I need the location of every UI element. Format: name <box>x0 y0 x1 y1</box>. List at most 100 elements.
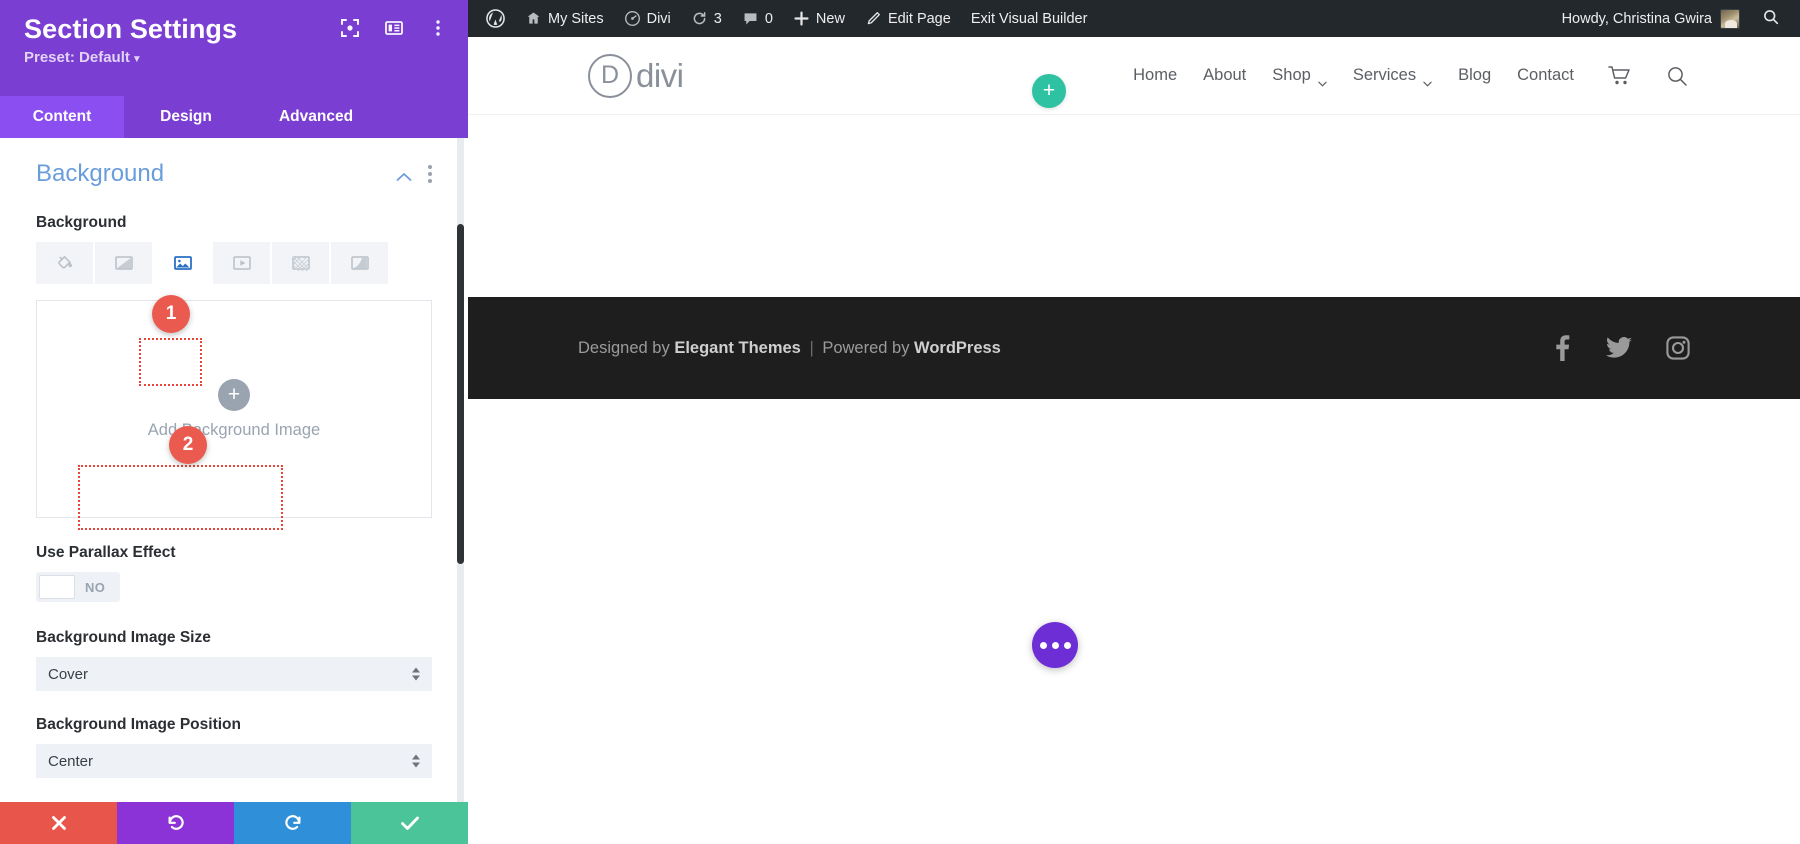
chevron-down-icon <box>1423 73 1432 87</box>
kebab-menu-icon[interactable] <box>428 18 448 38</box>
background-image-upload-area[interactable]: + Add Background Image <box>36 300 432 518</box>
nav-item-blog[interactable]: Blog <box>1458 66 1491 85</box>
panel-action-bar <box>0 802 468 844</box>
stepper-arrows-icon <box>412 754 420 768</box>
updates-icon <box>691 10 708 27</box>
admin-bar-label: New <box>815 10 845 27</box>
site-logo[interactable]: D divi <box>588 53 684 98</box>
panel-body: Background Background 1 + Add Background… <box>0 138 468 802</box>
background-image-position-value: Center <box>48 752 94 770</box>
panel-header-actions <box>340 18 448 38</box>
admin-bar-item-new[interactable]: New <box>783 0 855 37</box>
admin-bar-item-comments[interactable]: 0 <box>732 0 783 37</box>
cancel-button[interactable] <box>0 802 117 844</box>
footer-credit-prefix: Designed by <box>578 338 675 357</box>
nav-label: About <box>1203 66 1247 84</box>
parallax-label: Use Parallax Effect <box>36 544 176 561</box>
close-icon <box>49 813 69 833</box>
kebab-menu-icon[interactable] <box>428 165 432 183</box>
background-pattern-type-icon[interactable] <box>272 242 329 284</box>
redo-button[interactable] <box>234 802 351 844</box>
toggle-knob <box>39 575 75 599</box>
page-settings-fab[interactable] <box>1032 622 1078 668</box>
wordpress-logo-button[interactable] <box>476 0 515 37</box>
layout-panel-icon[interactable] <box>384 18 404 38</box>
footer-credit: Designed by Elegant Themes | Powered by … <box>578 339 1001 358</box>
parallax-toggle[interactable]: NO <box>36 572 121 602</box>
nav-item-home[interactable]: Home <box>1133 66 1177 85</box>
nav-item-contact[interactable]: Contact <box>1517 66 1574 85</box>
panel-scrollbar-thumb[interactable] <box>457 224 464 564</box>
dot <box>428 179 432 183</box>
chevron-up-icon[interactable] <box>396 169 412 181</box>
divi-dashboard-icon <box>624 10 641 27</box>
tab-design[interactable]: Design <box>124 96 248 138</box>
admin-bar-item-updates[interactable]: 3 <box>681 0 732 37</box>
section-title: Background <box>36 160 165 187</box>
twitter-icon[interactable] <box>1606 337 1632 359</box>
background-image-size-value: Cover <box>48 665 89 683</box>
page-canvas <box>468 115 1800 305</box>
admin-bar-label: Divi <box>646 10 671 27</box>
parallax-toggle-value: NO <box>85 579 106 595</box>
admin-bar-label: 3 <box>713 10 722 27</box>
section-header-actions <box>396 165 432 183</box>
avatar <box>1720 8 1740 29</box>
background-video-type-icon[interactable] <box>213 242 270 284</box>
nav-label: Home <box>1133 66 1178 84</box>
admin-bar-item-my-sites[interactable]: My Sites <box>515 0 614 37</box>
redo-icon <box>283 813 303 833</box>
nav-item-services[interactable]: Services <box>1352 66 1432 87</box>
admin-bar-label: Exit Visual Builder <box>970 10 1088 27</box>
nav-label: Services <box>1352 66 1417 84</box>
wp-admin-bar: My Sites Divi 3 0 New Edit Page Exit Vis… <box>468 0 1800 37</box>
tab-content[interactable]: Content <box>0 96 124 138</box>
search-icon <box>1762 8 1780 30</box>
comments-icon <box>742 10 759 27</box>
admin-bar-item-edit-page[interactable]: Edit Page <box>855 0 961 37</box>
background-type-selector <box>36 242 432 284</box>
background-image-type-icon[interactable] <box>154 242 211 284</box>
focus-target-icon[interactable] <box>340 18 360 38</box>
stepper-arrows-icon <box>412 667 420 681</box>
facebook-icon[interactable] <box>1552 335 1572 361</box>
site-logo-text: divi <box>636 56 684 94</box>
plus-icon <box>793 10 810 27</box>
undo-button[interactable] <box>117 802 234 844</box>
preset-selector[interactable]: Preset: Default ▼ <box>24 49 444 66</box>
primary-nav: Home About Shop Services Blog Contact <box>1133 65 1688 87</box>
annotation-badge-1: 1 <box>152 295 190 333</box>
dot <box>428 165 432 169</box>
site-header: D divi Home About Shop Services Blog Con… <box>468 37 1800 115</box>
footer-credit-brand2: WordPress <box>914 338 1001 357</box>
admin-bar-item-divi[interactable]: Divi <box>614 0 681 37</box>
add-section-button[interactable]: + <box>1032 74 1066 108</box>
nav-item-shop[interactable]: Shop <box>1272 66 1327 87</box>
add-background-image-dropzone[interactable]: + Add Background Image <box>148 378 320 440</box>
annotation-badge-2: 2 <box>169 426 207 464</box>
search-icon[interactable] <box>1666 65 1688 87</box>
background-mask-type-icon[interactable] <box>331 242 388 284</box>
tab-advanced[interactable]: Advanced <box>248 96 384 138</box>
save-button[interactable] <box>351 802 468 844</box>
background-image-size-label: Background Image Size <box>36 629 211 646</box>
account-menu[interactable]: Howdy, Christina Gwira <box>1554 8 1748 29</box>
footer-credit-mid: Powered by <box>822 338 915 357</box>
undo-icon <box>166 813 186 833</box>
nav-label: Blog <box>1458 66 1492 84</box>
wordpress-logo-icon <box>486 9 505 28</box>
cart-icon[interactable] <box>1608 65 1632 87</box>
panel-scroll-content: Background Background 1 + Add Background… <box>0 138 468 778</box>
background-image-position-select[interactable]: Center <box>36 744 432 778</box>
nav-item-about[interactable]: About <box>1203 66 1246 85</box>
instagram-icon[interactable] <box>1666 336 1690 360</box>
background-image-size-select[interactable]: Cover <box>36 657 432 691</box>
panel-header: Section Settings Preset: Default ▼ <box>0 0 468 96</box>
background-color-type-icon[interactable] <box>36 242 93 284</box>
admin-bar-label: Edit Page <box>887 10 951 27</box>
admin-bar-search-button[interactable] <box>1752 8 1790 30</box>
background-gradient-type-icon[interactable] <box>95 242 152 284</box>
howdy-label: Howdy, Christina Gwira <box>1561 10 1712 27</box>
footer-social-links <box>1552 335 1690 361</box>
admin-bar-item-exit-visual-builder[interactable]: Exit Visual Builder <box>961 0 1098 37</box>
